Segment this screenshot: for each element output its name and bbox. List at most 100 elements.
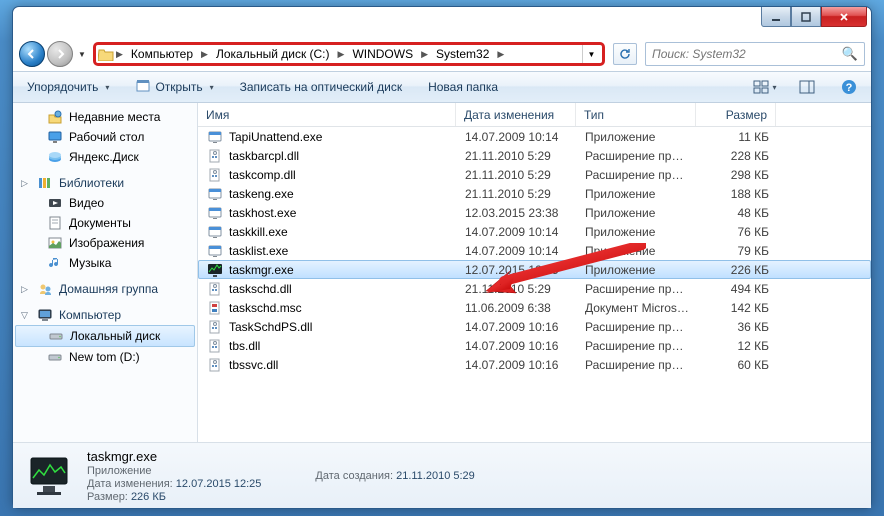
file-type: Документ Microso... <box>577 301 697 315</box>
crumb-system32[interactable]: System32 <box>430 47 495 61</box>
nav-history-dropdown[interactable]: ▼ <box>75 44 89 64</box>
col-header-size[interactable]: Размер <box>696 103 776 126</box>
col-header-date[interactable]: Дата изменения <box>456 103 576 126</box>
sidebar-computer-header[interactable]: ▽ Компьютер <box>13 305 197 325</box>
sidebar-video[interactable]: Видео <box>13 193 197 213</box>
recent-icon <box>47 109 63 125</box>
crumb-windows[interactable]: WINDOWS <box>346 47 419 61</box>
nav-pane[interactable]: Недавние места Рабочий стол Яндекс.Диск … <box>13 103 198 442</box>
explorer-window: ▼ ▶ Компьютер ▶ Локальный диск (C:) ▶ WI… <box>12 6 872 509</box>
file-type: Расширение прил... <box>577 149 697 163</box>
file-row[interactable]: tasklist.exe14.07.2009 10:14Приложение79… <box>198 241 871 260</box>
file-row[interactable]: taskbarcpl.dll21.11.2010 5:29Расширение … <box>198 146 871 165</box>
file-row[interactable]: taskschd.msc11.06.2009 6:38Документ Micr… <box>198 298 871 317</box>
file-type: Приложение <box>577 187 697 201</box>
view-mode-button[interactable] <box>751 76 779 98</box>
file-size: 48 КБ <box>697 206 777 220</box>
file-name: taskcomp.dll <box>229 168 296 182</box>
file-row[interactable]: tbs.dll14.07.2009 10:16Расширение прил..… <box>198 336 871 355</box>
sidebar-localdisk[interactable]: Локальный диск <box>15 325 195 347</box>
close-button[interactable] <box>821 7 867 27</box>
help-button[interactable]: ? <box>835 76 863 98</box>
preview-pane-button[interactable] <box>793 76 821 98</box>
search-input[interactable] <box>652 47 842 61</box>
sidebar-label: Видео <box>69 196 104 210</box>
back-button[interactable] <box>19 41 45 67</box>
file-type: Расширение прил... <box>577 168 697 182</box>
file-row[interactable]: TapiUnattend.exe14.07.2009 10:14Приложен… <box>198 127 871 146</box>
sidebar-label: Изображения <box>69 236 144 250</box>
file-type: Расширение прил... <box>577 320 697 334</box>
sidebar-homegroup-header[interactable]: ▷ Домашняя группа <box>13 279 197 299</box>
file-row[interactable]: taskschd.dll21.11.2010 5:29Расширение пр… <box>198 279 871 298</box>
file-row[interactable]: taskeng.exe21.11.2010 5:29Приложение188 … <box>198 184 871 203</box>
file-date: 21.11.2010 5:29 <box>457 149 577 163</box>
organize-label: Упорядочить <box>27 80 98 94</box>
search-box[interactable]: 🔍 <box>645 42 865 66</box>
search-icon: 🔍 <box>842 46 858 62</box>
file-row[interactable]: taskcomp.dll21.11.2010 5:29Расширение пр… <box>198 165 871 184</box>
file-size: 79 КБ <box>697 244 777 258</box>
file-icon <box>207 262 223 278</box>
file-icon <box>207 338 223 354</box>
sidebar-newtom[interactable]: New tom (D:) <box>13 347 197 367</box>
col-header-type[interactable]: Тип <box>576 103 696 126</box>
libraries-icon <box>37 175 53 191</box>
sidebar-yandex[interactable]: Яндекс.Диск <box>13 147 197 167</box>
drive-icon <box>47 349 63 365</box>
sidebar-documents[interactable]: Документы <box>13 213 197 233</box>
file-date: 21.11.2010 5:29 <box>457 282 577 296</box>
file-row[interactable]: taskkill.exe14.07.2009 10:14Приложение76… <box>198 222 871 241</box>
sidebar-desktop[interactable]: Рабочий стол <box>13 127 197 147</box>
address-dropdown-button[interactable]: ▼ <box>582 45 600 63</box>
file-name: taskeng.exe <box>229 187 294 201</box>
file-row[interactable]: tbssvc.dll14.07.2009 10:16Расширение при… <box>198 355 871 374</box>
file-row[interactable]: taskhost.exe12.03.2015 23:38Приложение48… <box>198 203 871 222</box>
file-icon <box>207 300 223 316</box>
organize-menu[interactable]: Упорядочить <box>21 77 115 97</box>
file-icon <box>207 129 223 145</box>
breadcrumb-separator-icon[interactable]: ▶ <box>495 49 506 60</box>
sidebar-pictures[interactable]: Изображения <box>13 233 197 253</box>
file-date: 14.07.2009 10:16 <box>457 358 577 372</box>
col-header-name[interactable]: Имя <box>198 103 456 126</box>
maximize-button[interactable] <box>791 7 821 27</box>
sidebar-label: Рабочий стол <box>69 130 144 144</box>
file-date: 12.07.2015 12:25 <box>457 263 577 277</box>
file-name: tbs.dll <box>229 339 260 353</box>
file-icon <box>207 205 223 221</box>
breadcrumb-separator-icon[interactable]: ▶ <box>336 49 347 60</box>
burn-button[interactable]: Записать на оптический диск <box>234 77 409 97</box>
refresh-button[interactable] <box>613 43 637 65</box>
minimize-button[interactable] <box>761 7 791 27</box>
details-extra: Дата создания: 21.11.2010 5:29 <box>315 470 474 482</box>
toolbar: Упорядочить Открыть Записать на оптическ… <box>13 71 871 103</box>
crumb-computer[interactable]: Компьютер <box>125 47 199 61</box>
crumb-localdisk[interactable]: Локальный диск (C:) <box>210 47 336 61</box>
file-date: 11.06.2009 6:38 <box>457 301 577 315</box>
details-created-label: Дата создания: <box>315 470 393 482</box>
file-row[interactable]: taskmgr.exe12.07.2015 12:25Приложение226… <box>198 260 871 279</box>
breadcrumb-separator-icon[interactable]: ▶ <box>199 49 210 60</box>
file-row[interactable]: TaskSchdPS.dll14.07.2009 10:16Расширение… <box>198 317 871 336</box>
sidebar-label: Локальный диск <box>70 329 160 343</box>
sidebar-recent[interactable]: Недавние места <box>13 107 197 127</box>
file-type: Расширение прил... <box>577 358 697 372</box>
file-size: 142 КБ <box>697 301 777 315</box>
address-bar[interactable]: ▶ Компьютер ▶ Локальный диск (C:) ▶ WIND… <box>93 42 605 66</box>
forward-button[interactable] <box>47 41 73 67</box>
breadcrumb-separator-icon[interactable]: ▶ <box>114 49 125 60</box>
file-date: 14.07.2009 10:14 <box>457 225 577 239</box>
details-modified-label: Дата изменения: <box>87 478 173 490</box>
file-list[interactable]: TapiUnattend.exe14.07.2009 10:14Приложен… <box>198 127 871 442</box>
sidebar-libraries-header[interactable]: ▷ Библиотеки <box>13 173 197 193</box>
open-button[interactable]: Открыть <box>129 75 219 100</box>
file-icon <box>207 243 223 259</box>
breadcrumb-separator-icon[interactable]: ▶ <box>419 49 430 60</box>
details-filetype: Приложение <box>87 465 261 477</box>
file-size: 11 КБ <box>697 130 777 144</box>
sidebar-music[interactable]: Музыка <box>13 253 197 273</box>
new-folder-button[interactable]: Новая папка <box>422 77 504 97</box>
body: Недавние места Рабочий стол Яндекс.Диск … <box>13 103 871 442</box>
file-size: 36 КБ <box>697 320 777 334</box>
